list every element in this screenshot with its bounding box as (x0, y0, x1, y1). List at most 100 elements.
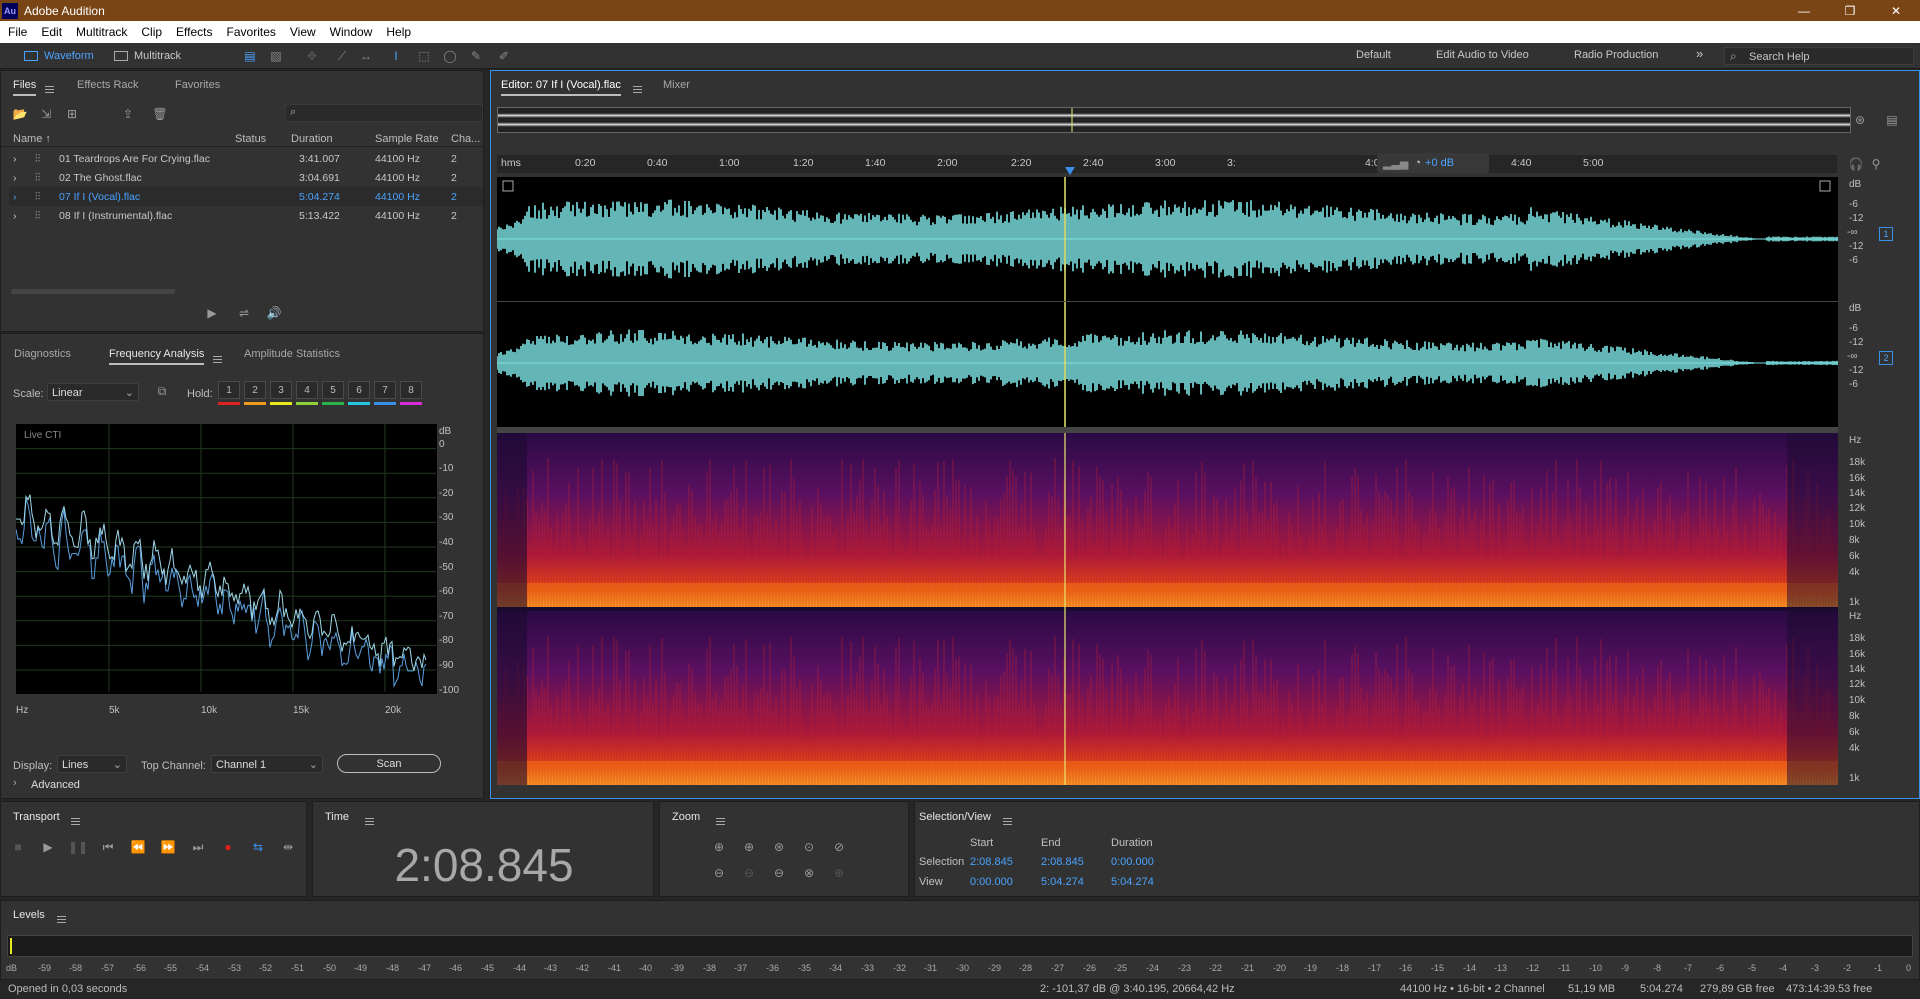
spectral-display[interactable] (497, 433, 1838, 785)
play-icon[interactable]: ▶ (39, 838, 57, 856)
hold-button-6[interactable]: 6 (348, 381, 370, 399)
skip-back-icon[interactable]: ⏮ (99, 838, 117, 856)
menu-clip[interactable]: Clip (141, 25, 162, 39)
loop-playback-icon[interactable]: ⇆ (249, 838, 267, 856)
stop-icon[interactable]: ■ (9, 838, 27, 856)
menu-help[interactable]: Help (386, 25, 411, 39)
chevron-right-icon[interactable]: › (13, 153, 17, 165)
pause-icon[interactable]: ❚❚ (68, 838, 88, 856)
new-file-icon[interactable]: ⊞ (63, 105, 81, 123)
autoplay-speaker-icon[interactable]: 🔊 (265, 304, 283, 322)
time-menu-icon[interactable] (365, 817, 374, 825)
time-ruler[interactable]: hms 0:20 0:40 1:00 1:20 1:40 2:00 2:20 2:40 3:00 3… (497, 155, 1837, 175)
skip-forward-icon[interactable]: ⏭ (189, 838, 207, 856)
view-end[interactable]: 5:04.274 (1041, 876, 1084, 888)
delete-icon[interactable]: 🗑 (151, 105, 169, 123)
marquee-tool-icon[interactable]: ⬚ (416, 48, 432, 64)
spectral-pitch-icon[interactable]: ▧ (268, 48, 284, 64)
fast-forward-icon[interactable]: ⏩ (159, 838, 177, 856)
zoom-out-amplitude-icon[interactable]: ⊖ (710, 864, 728, 882)
skip-selection-icon[interactable]: ⇹ (279, 838, 297, 856)
spot-healing-icon[interactable]: ✐ (496, 48, 512, 64)
lasso-tool-icon[interactable]: ◯ (442, 48, 458, 64)
overlay-graphs-icon[interactable]: ⧉ (153, 382, 171, 400)
maximize-button[interactable]: ❐ (1828, 0, 1872, 21)
files-search-input[interactable]: ⌕ (285, 104, 483, 122)
multitrack-mode-button[interactable]: Multitrack (108, 47, 187, 65)
channel-2-toggle[interactable]: 2 (1879, 351, 1893, 365)
display-dropdown[interactable]: Lines ⌄ (57, 755, 127, 773)
view-options-icon[interactable]: ▤ (1883, 111, 1901, 129)
frequency-graph[interactable]: Live CTI dB 0 -10 -20 -30 -40 -50 -60 -70 -80 -90 -… (16, 424, 459, 696)
files-scrollbar[interactable] (11, 289, 175, 294)
cti-marker[interactable] (1065, 167, 1075, 175)
hold-button-5[interactable]: 5 (322, 381, 344, 399)
file-row[interactable]: › ⫶⫶ 01 Teardrops Are For Crying.flac 3:41.… (9, 149, 483, 168)
overview-navigator[interactable] (497, 107, 1851, 133)
chevron-right-icon[interactable]: › (13, 777, 17, 789)
minimize-button[interactable]: — (1782, 0, 1826, 21)
selection-end[interactable]: 2:08.845 (1041, 856, 1084, 868)
close-button[interactable]: ✕ (1874, 0, 1918, 21)
workspace-default[interactable]: Default (1356, 49, 1391, 61)
waveform-mode-button[interactable]: Waveform (18, 47, 100, 65)
play-icon[interactable]: ▶ (203, 304, 221, 322)
volume-knob-icon[interactable]: ◔ (1414, 157, 1421, 169)
file-row[interactable]: › ⫶⫶ 02 The Ghost.flac 3:04.691 44100 Hz 2 (9, 168, 483, 187)
file-row[interactable]: › ⫶⫶ 08 If I (Instrumental).flac 5:13.422 44… (9, 206, 483, 225)
time-selection-tool-icon[interactable]: I (388, 48, 404, 64)
hold-button-2[interactable]: 2 (244, 381, 266, 399)
zoom-out-full-icon[interactable]: ⊖ (770, 864, 788, 882)
scale-dropdown[interactable]: Linear ⌄ (47, 383, 139, 401)
brush-tool-icon[interactable]: ✎ (468, 48, 484, 64)
view-start[interactable]: 0:00.000 (970, 876, 1013, 888)
menu-view[interactable]: View (290, 25, 316, 39)
zoom-in-selection-icon[interactable]: ⊕ (830, 864, 848, 882)
col-channels[interactable]: Cha... (451, 133, 480, 145)
zoom-to-edges-icon[interactable]: ⊗ (800, 864, 818, 882)
tab-mixer[interactable]: Mixer (663, 79, 690, 91)
transport-menu-icon[interactable] (71, 817, 80, 825)
slip-tool-icon[interactable]: ↔ (358, 48, 374, 64)
hold-button-8[interactable]: 8 (400, 381, 422, 399)
chevron-right-icon[interactable]: › (13, 172, 17, 184)
zoom-in-point-icon[interactable]: ⊛ (770, 838, 788, 856)
col-status[interactable]: Status (235, 133, 266, 145)
zoom-out-time-icon[interactable]: ⊖ (740, 864, 758, 882)
menu-edit[interactable]: Edit (41, 25, 62, 39)
zoom-navigator-icon[interactable]: ⊛ (1851, 111, 1869, 129)
tab-favorites[interactable]: Favorites (175, 79, 220, 91)
levels-menu-icon[interactable] (57, 915, 66, 923)
files-panel-menu-icon[interactable] (45, 85, 54, 93)
frequency-panel-menu-icon[interactable] (213, 355, 222, 363)
zoom-menu-icon[interactable] (716, 817, 725, 825)
import-file-icon[interactable]: ⇲ (37, 105, 55, 123)
tab-diagnostics[interactable]: Diagnostics (14, 348, 71, 360)
tab-editor[interactable]: Editor: 07 If I (Vocal).flac (501, 79, 621, 96)
view-duration[interactable]: 5:04.274 (1111, 876, 1154, 888)
zoom-reset-icon[interactable]: ⊘ (830, 838, 848, 856)
pin-icon[interactable]: ⚲ (1867, 155, 1885, 173)
hold-button-4[interactable]: 4 (296, 381, 318, 399)
headphones-icon[interactable]: 🎧 (1847, 155, 1865, 173)
spectral-display-icon[interactable]: ▤ (242, 48, 258, 64)
more-workspaces-icon[interactable]: » (1696, 46, 1703, 61)
tab-files[interactable]: Files (13, 79, 37, 96)
hold-button-3[interactable]: 3 (270, 381, 292, 399)
menu-effects[interactable]: Effects (176, 25, 212, 39)
selection-menu-icon[interactable] (1003, 817, 1012, 825)
workspace-edit-audio-to-video[interactable]: Edit Audio to Video (1436, 49, 1529, 61)
editor-menu-icon[interactable] (633, 85, 642, 93)
chevron-right-icon[interactable]: › (13, 210, 17, 222)
search-help-field[interactable]: ⌕ Search Help (1724, 47, 1914, 65)
rewind-icon[interactable]: ⏪ (129, 838, 147, 856)
chevron-right-icon[interactable]: › (13, 191, 17, 203)
move-tool-icon[interactable]: ✥ (304, 48, 320, 64)
scan-button[interactable]: Scan (337, 754, 441, 773)
open-file-icon[interactable]: 📂 (11, 105, 29, 123)
col-sample-rate[interactable]: Sample Rate (375, 133, 439, 145)
zoom-selection-icon[interactable]: ⊙ (800, 838, 818, 856)
zoom-in-amplitude-icon[interactable]: ⊕ (710, 838, 728, 856)
zoom-in-time-icon[interactable]: ⊕ (740, 838, 758, 856)
menu-multitrack[interactable]: Multitrack (76, 25, 127, 39)
